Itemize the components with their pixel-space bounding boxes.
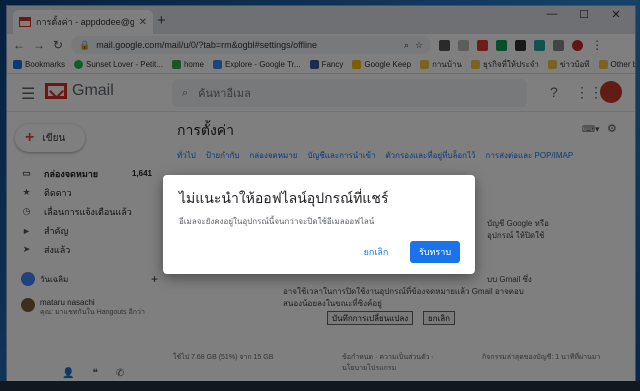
dialog-message: อีเมลจะยังคงอยู่ในอุปกรณ์นี้จนกว่าจะปิดใ… [179, 217, 375, 226]
dialog-cancel-button[interactable]: ยกเลิก [354, 241, 398, 263]
dialog-ok-button[interactable]: รับทราบ [410, 241, 460, 263]
taskbar [0, 381, 640, 391]
dialog-title: ไม่แนะนำให้ออฟไลน์อุปกรณ์ที่แชร์ [179, 190, 389, 206]
offline-warning-dialog: ไม่แนะนำให้ออฟไลน์อุปกรณ์ที่แชร์ อีเมลจะ… [163, 175, 475, 274]
